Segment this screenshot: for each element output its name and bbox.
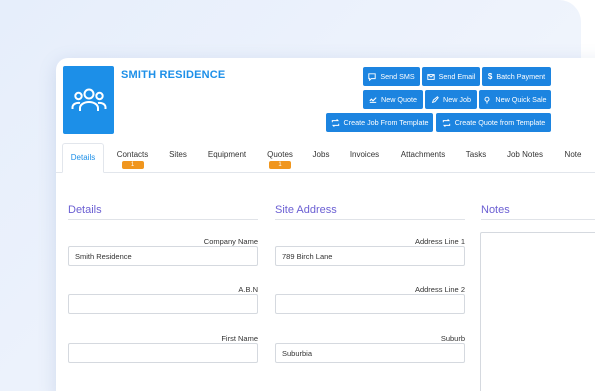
new-quote-label: New Quote [381, 95, 417, 104]
first-name-field[interactable] [68, 343, 258, 363]
create-quote-from-template-label: Create Quote from Template [454, 118, 546, 127]
new-quick-sale-label: New Quick Sale [495, 95, 547, 104]
notes-divider [481, 219, 595, 220]
tab-label: Details [70, 153, 96, 162]
quote-icon [369, 96, 377, 103]
send-email-label: Send Email [438, 72, 476, 81]
tab-contacts[interactable]: Contacts 1 [114, 143, 151, 173]
notes-textarea[interactable] [480, 232, 595, 391]
suburb-label: Suburb [440, 334, 465, 343]
create-job-from-template-label: Create Job From Template [343, 118, 429, 127]
users-icon [71, 88, 106, 111]
tab-label: Equipment [207, 150, 247, 159]
tab-details[interactable]: Details [62, 143, 104, 173]
customer-avatar [63, 66, 114, 134]
create-quote-from-template-button[interactable]: Create Quote from Template [436, 113, 551, 132]
count-badge: 1 [269, 161, 291, 169]
customer-card: SMITH RESIDENCE Send SMS Send Email $ Ba… [56, 58, 595, 391]
tab-tasks[interactable]: Tasks [465, 143, 487, 173]
company-name-field[interactable]: Smith Residence [68, 246, 258, 266]
abn-label: A.B.N [238, 285, 258, 294]
tab-label: Invoices [349, 150, 380, 159]
message-icon [368, 72, 376, 81]
count-badge: 1 [121, 161, 144, 169]
pin-icon [484, 96, 490, 104]
tab-jobs[interactable]: Jobs [312, 143, 330, 173]
tab-label: Note [564, 150, 582, 159]
site-address-divider [275, 219, 465, 220]
details-heading: Details [68, 204, 102, 216]
site-address-heading: Site Address [275, 204, 337, 216]
tab-label: Tasks [465, 150, 487, 159]
create-job-from-template-button[interactable]: Create Job From Template [326, 113, 433, 132]
tab-attachments[interactable]: Attachments [399, 143, 447, 173]
abn-field[interactable] [68, 294, 258, 314]
new-job-button[interactable]: New Job [425, 90, 477, 109]
tab-notes[interactable]: Note [563, 143, 583, 173]
send-sms-button[interactable]: Send SMS [363, 67, 420, 86]
tab-job-notes[interactable]: Job Notes [505, 143, 545, 173]
address-line-2-field[interactable] [275, 294, 465, 314]
email-icon [426, 73, 435, 80]
details-divider [68, 219, 258, 220]
record-tabs: Details Contacts 1 Sites Equipment Quote… [56, 143, 595, 173]
pencil-icon [431, 95, 439, 103]
send-sms-label: Send SMS [380, 72, 415, 81]
customer-title: SMITH RESIDENCE [121, 69, 226, 81]
tab-label: Contacts [116, 150, 149, 159]
tab-label: Jobs [312, 150, 330, 159]
address-line-1-label: Address Line 1 [414, 237, 465, 246]
tab-sites[interactable]: Sites [168, 143, 188, 173]
notes-heading: Notes [481, 204, 510, 216]
send-email-button[interactable]: Send Email [422, 67, 480, 86]
company-name-label: Company Name [203, 237, 258, 246]
repeat-icon [442, 118, 450, 127]
tab-label: Quotes [267, 150, 293, 159]
tab-quotes[interactable]: Quotes 1 [265, 143, 295, 173]
suburb-field[interactable]: Suburbia [275, 343, 465, 363]
address-line-1-field[interactable]: 789 Birch Lane [275, 246, 465, 266]
first-name-label: First Name [221, 334, 258, 343]
repeat-icon [331, 118, 339, 127]
dollar-icon: $ [487, 72, 493, 81]
batch-payment-button[interactable]: $ Batch Payment [482, 67, 551, 86]
new-quote-button[interactable]: New Quote [363, 90, 423, 109]
tab-label: Job Notes [506, 150, 544, 159]
new-quick-sale-button[interactable]: New Quick Sale [479, 90, 551, 109]
batch-payment-label: Batch Payment [496, 72, 546, 81]
tab-invoices[interactable]: Invoices [349, 143, 380, 173]
tab-label: Attachments [400, 150, 446, 159]
tab-label: Sites [169, 150, 187, 159]
address-line-2-label: Address Line 2 [414, 285, 465, 294]
tab-equipment[interactable]: Equipment [206, 143, 248, 173]
new-job-label: New Job [443, 95, 471, 104]
